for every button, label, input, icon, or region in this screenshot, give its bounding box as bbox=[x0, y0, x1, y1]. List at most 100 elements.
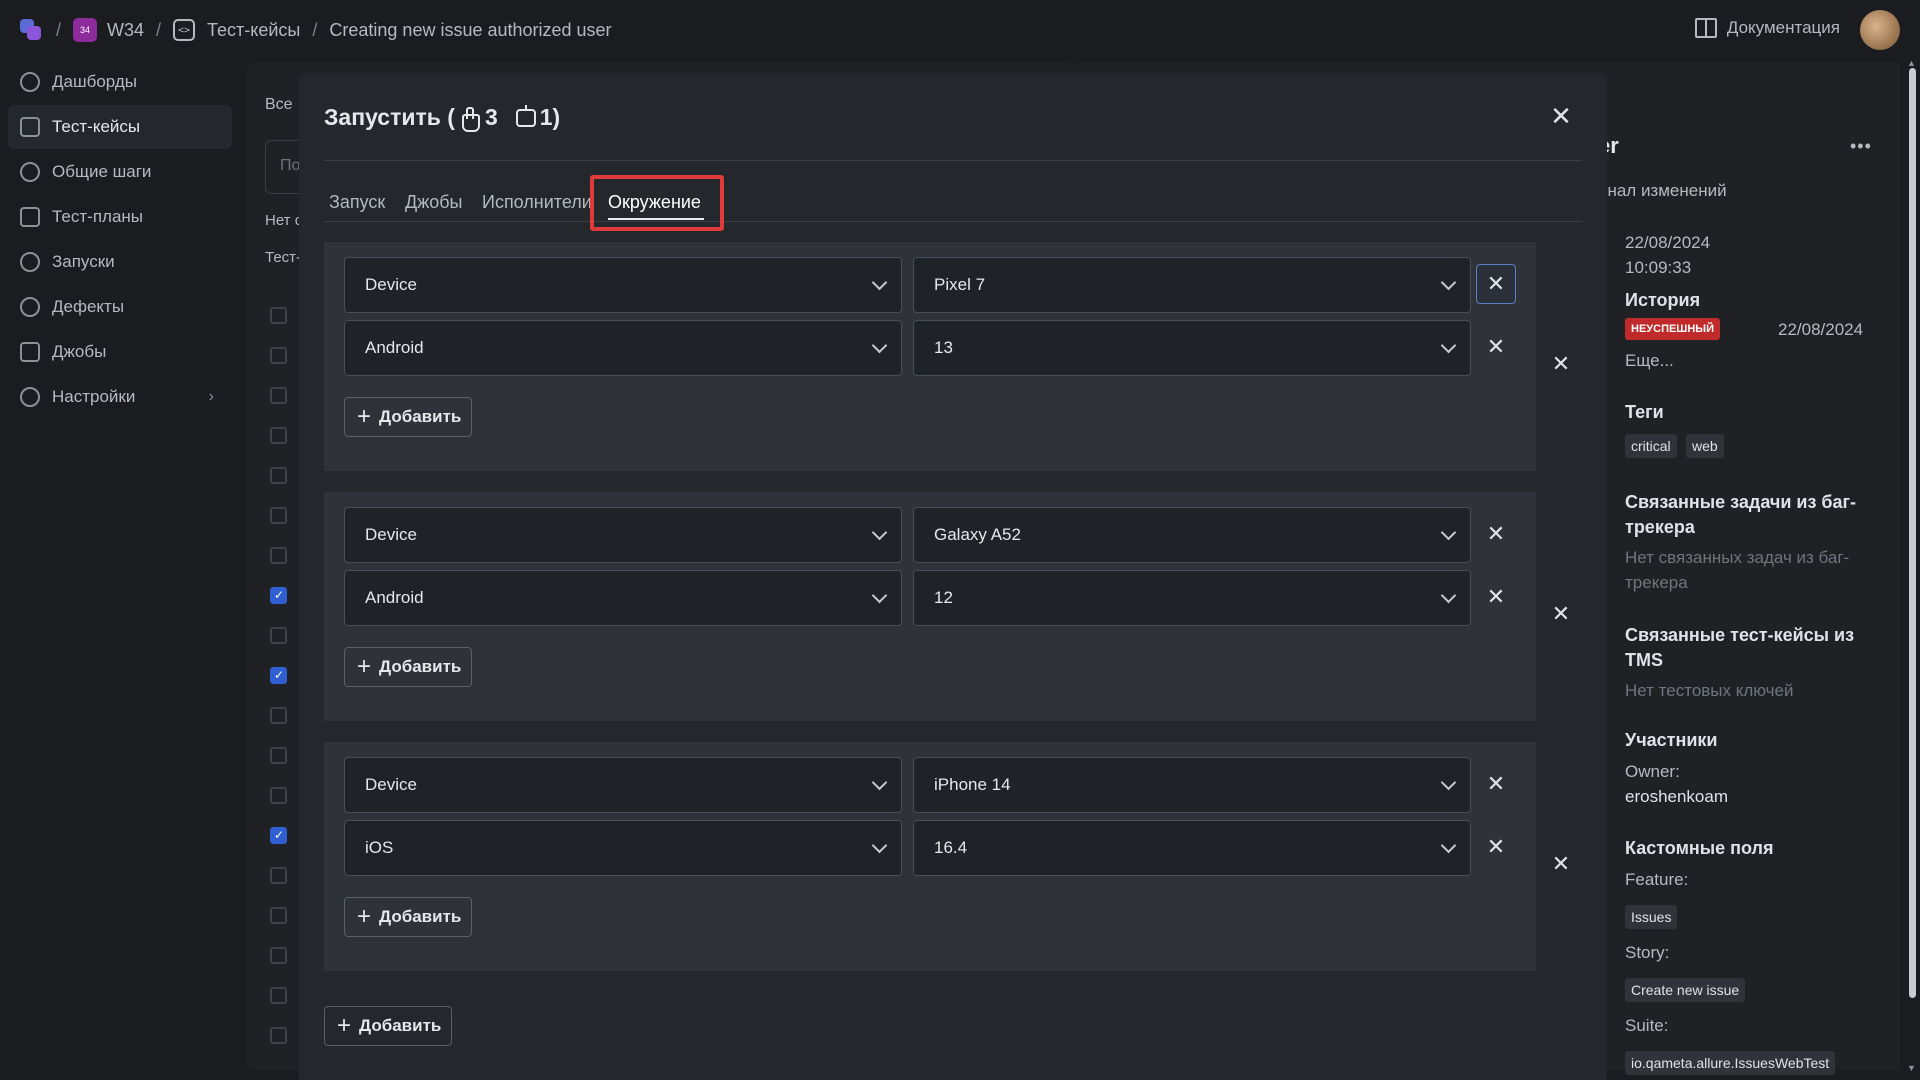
remove-environment-button[interactable]: ✕ bbox=[1541, 594, 1581, 634]
linked-issues-empty: Нет связанных задач из баг-трекера bbox=[1625, 548, 1850, 592]
env-key-select[interactable]: Device bbox=[344, 507, 902, 563]
row-checkbox[interactable] bbox=[270, 507, 287, 524]
row-checkbox[interactable] bbox=[270, 867, 287, 884]
remove-environment-button[interactable]: ✕ bbox=[1541, 844, 1581, 884]
sidebar-item-test-cases[interactable]: Тест-кейсы bbox=[8, 105, 232, 149]
search-placeholder: По bbox=[280, 157, 301, 174]
close-icon: ✕ bbox=[1486, 771, 1506, 796]
row-checkbox[interactable] bbox=[270, 587, 287, 604]
close-icon: ✕ bbox=[1486, 834, 1506, 859]
app-logo-icon[interactable] bbox=[18, 17, 44, 43]
row-checkbox[interactable] bbox=[270, 667, 287, 684]
page-scrollbar[interactable]: ▲ ▼ bbox=[1906, 58, 1918, 1080]
close-modal-icon[interactable]: ✕ bbox=[1549, 103, 1573, 129]
remove-row-button[interactable]: ✕ bbox=[1476, 577, 1516, 617]
close-icon: ✕ bbox=[1486, 521, 1506, 546]
feature-tag[interactable]: Issues bbox=[1625, 905, 1678, 929]
add-row-button[interactable]: + Добавить bbox=[344, 897, 473, 937]
row-checkbox[interactable] bbox=[270, 1027, 287, 1044]
sidebar-item-label: Тест-планы bbox=[52, 207, 144, 226]
row-checkbox[interactable] bbox=[270, 787, 287, 804]
select-value: 16.4 bbox=[934, 838, 968, 857]
remove-row-button[interactable]: ✕ bbox=[1476, 827, 1516, 867]
sidebar-item-defects[interactable]: Дефекты bbox=[8, 285, 232, 329]
sidebar-item-label: Джобы bbox=[52, 342, 107, 361]
owner-name: eroshenkoam bbox=[1625, 787, 1729, 806]
linked-tms-heading: Связанные тест-кейсы из TMS bbox=[1625, 625, 1855, 670]
remove-environment-button[interactable]: ✕ bbox=[1541, 344, 1581, 384]
remove-row-button[interactable]: ✕ bbox=[1476, 327, 1516, 367]
auto-count: 1) bbox=[539, 104, 561, 130]
row-checkbox[interactable] bbox=[270, 307, 287, 324]
tab-launch[interactable]: Запуск bbox=[329, 192, 385, 213]
row-checkbox[interactable] bbox=[270, 467, 287, 484]
row-checkbox[interactable] bbox=[270, 387, 287, 404]
row-checkbox[interactable] bbox=[270, 707, 287, 724]
close-icon: ✕ bbox=[1486, 271, 1506, 296]
row-checkbox[interactable] bbox=[270, 547, 287, 564]
tab-changelog[interactable]: рнал изменений bbox=[1598, 181, 1727, 201]
modal-divider bbox=[324, 160, 1582, 161]
row-checkbox[interactable] bbox=[270, 827, 287, 844]
scrollbar-thumb[interactable] bbox=[1909, 68, 1916, 998]
scroll-up-icon[interactable]: ▲ bbox=[1907, 58, 1916, 68]
tag-chip[interactable]: web bbox=[1686, 434, 1724, 458]
env-value-select[interactable]: iPhone 14 bbox=[913, 757, 1471, 813]
sidebar-item-settings[interactable]: Настройки › bbox=[8, 375, 232, 419]
more-options-icon[interactable]: ••• bbox=[1850, 136, 1872, 157]
breadcrumb-project[interactable]: W34 bbox=[107, 20, 144, 41]
sidebar-item-label: Запуски bbox=[52, 252, 115, 271]
breadcrumb-separator: / bbox=[56, 19, 62, 40]
created-date: 22/08/2024 bbox=[1625, 233, 1711, 252]
story-tag[interactable]: Create new issue bbox=[1625, 978, 1746, 1002]
sidebar-item-jobs[interactable]: Джобы bbox=[8, 330, 232, 374]
env-value-select[interactable]: 12 bbox=[913, 570, 1471, 626]
sidebar-item-test-plans[interactable]: Тест-планы bbox=[8, 195, 232, 239]
modal-title-text: Запустить ( bbox=[324, 104, 455, 130]
env-value-select[interactable]: Pixel 7 bbox=[913, 257, 1471, 313]
tab-jobs[interactable]: Джобы bbox=[405, 192, 463, 213]
close-icon: ✕ bbox=[1551, 601, 1571, 626]
row-checkbox[interactable] bbox=[270, 747, 287, 764]
add-environment-button[interactable]: + Добавить bbox=[324, 1006, 453, 1046]
env-key-select[interactable]: Device bbox=[344, 757, 902, 813]
breadcrumb-separator: / bbox=[312, 19, 318, 40]
remove-row-button[interactable]: ✕ bbox=[1476, 764, 1516, 804]
add-row-button[interactable]: + Добавить bbox=[344, 647, 473, 687]
scroll-down-icon[interactable]: ▼ bbox=[1907, 1063, 1916, 1073]
status-badge[interactable]: НЕУСПЕШНЫЙ bbox=[1625, 318, 1720, 340]
documentation-link[interactable]: Документация bbox=[1694, 18, 1840, 38]
tab-assignees[interactable]: Исполнители bbox=[482, 192, 592, 213]
breadcrumb-section[interactable]: Тест-кейсы bbox=[207, 20, 300, 41]
more-link[interactable]: Еще... bbox=[1625, 351, 1674, 371]
sidebar-item-shared-steps[interactable]: Общие шаги bbox=[8, 150, 232, 194]
tag-chip[interactable]: critical bbox=[1625, 434, 1677, 458]
remove-row-button[interactable]: ✕ bbox=[1476, 514, 1516, 554]
env-value-select[interactable]: 13 bbox=[913, 320, 1471, 376]
row-checkbox[interactable] bbox=[270, 427, 287, 444]
add-label: Добавить bbox=[379, 657, 462, 676]
sidebar-item-dashboards[interactable]: Дашборды bbox=[8, 60, 232, 104]
env-key-select[interactable]: Android bbox=[344, 320, 902, 376]
row-checkbox[interactable] bbox=[270, 347, 287, 364]
add-row-button[interactable]: + Добавить bbox=[344, 397, 473, 437]
user-avatar[interactable] bbox=[1860, 10, 1900, 50]
env-value-select[interactable]: Galaxy A52 bbox=[913, 507, 1471, 563]
select-value: Device bbox=[365, 775, 417, 794]
row-checkbox[interactable] bbox=[270, 907, 287, 924]
row-checkbox[interactable] bbox=[270, 947, 287, 964]
book-icon bbox=[1694, 18, 1717, 38]
env-key-select[interactable]: iOS bbox=[344, 820, 902, 876]
remove-row-button[interactable]: ✕ bbox=[1476, 264, 1516, 304]
suite-label: Suite: bbox=[1625, 1016, 1669, 1035]
filter-label[interactable]: Все bbox=[265, 96, 293, 114]
row-checkbox[interactable] bbox=[270, 627, 287, 644]
row-checkbox[interactable] bbox=[270, 987, 287, 1004]
select-value: Device bbox=[365, 275, 417, 294]
sidebar-item-launches[interactable]: Запуски bbox=[8, 240, 232, 284]
env-key-select[interactable]: Android bbox=[344, 570, 902, 626]
suite-tag[interactable]: io.qameta.allure.IssuesWebTest bbox=[1625, 1051, 1836, 1075]
select-value: Device bbox=[365, 525, 417, 544]
env-value-select[interactable]: 16.4 bbox=[913, 820, 1471, 876]
env-key-select[interactable]: Device bbox=[344, 257, 902, 313]
